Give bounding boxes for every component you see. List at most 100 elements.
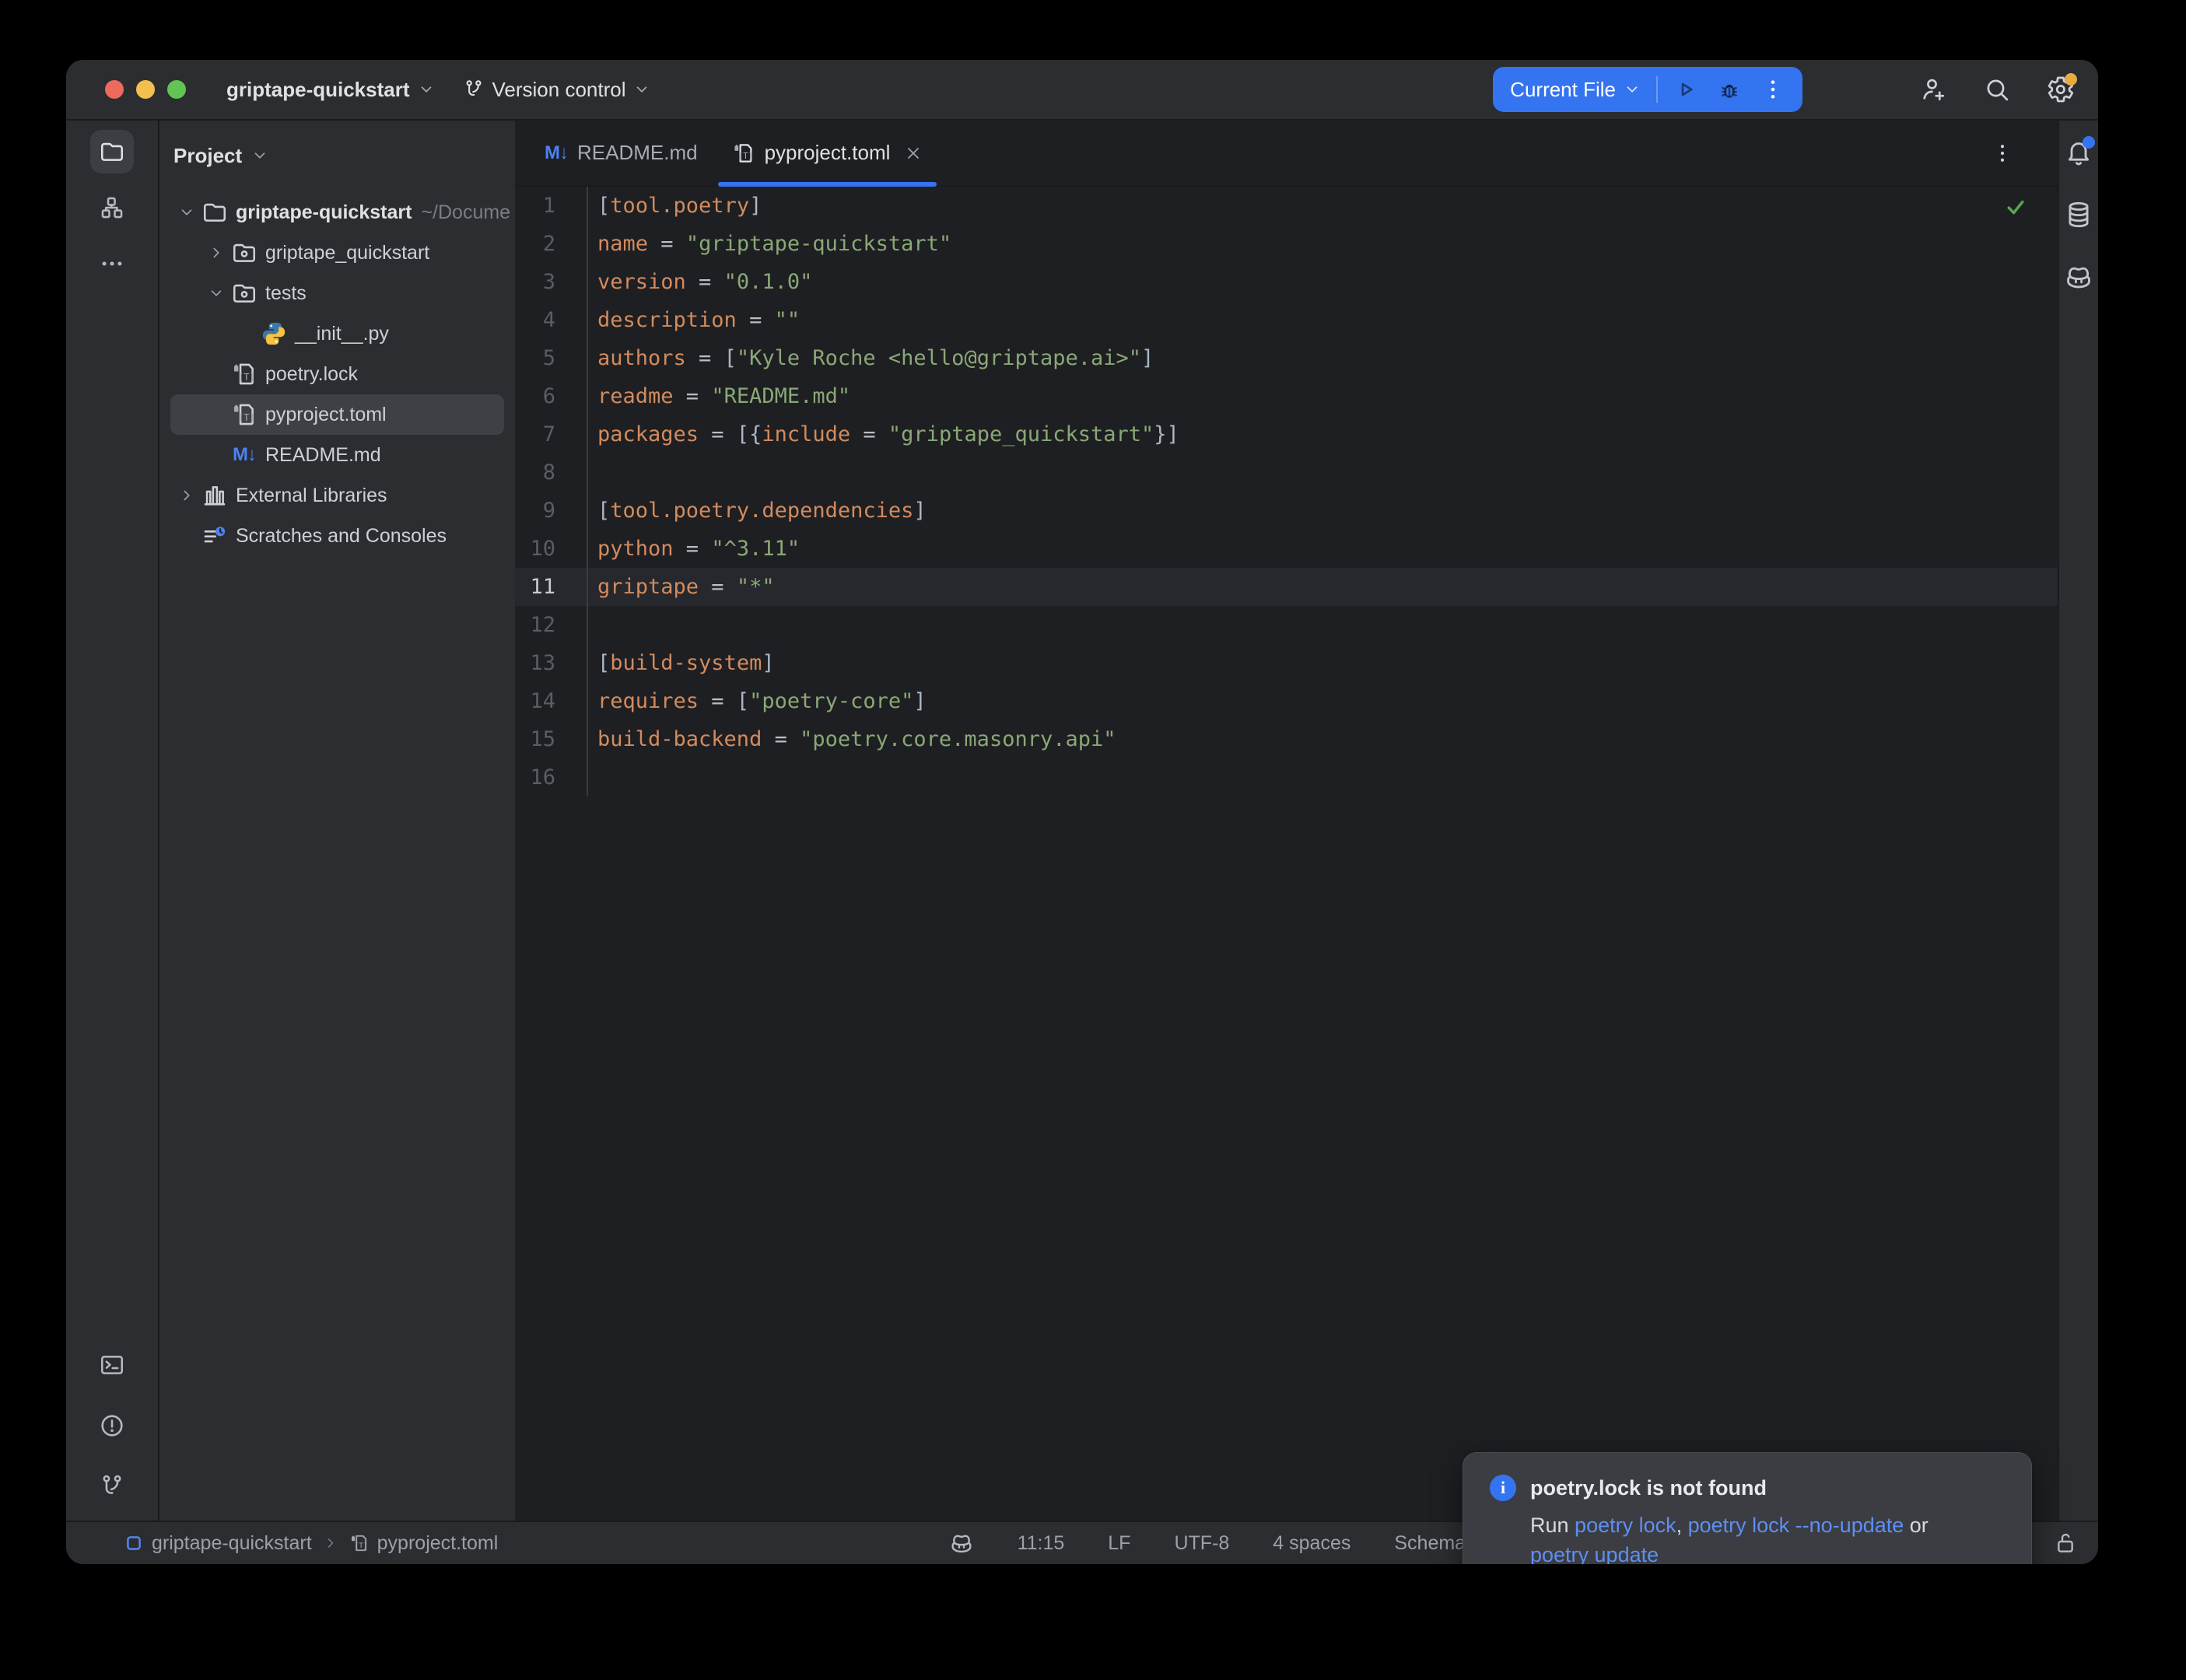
breadcrumb-griptape-quickstart[interactable]: griptape-quickstart <box>124 1532 312 1555</box>
project-tool-button[interactable] <box>90 130 134 173</box>
code-line-15[interactable]: 15build-backend = "poetry.core.masonry.a… <box>515 720 2058 758</box>
tree-item-init-py[interactable]: __init__.py <box>170 313 504 354</box>
info-icon: i <box>1490 1475 1516 1501</box>
code-line-4[interactable]: 4description = "" <box>515 301 2058 339</box>
code-line-10[interactable]: 10python = "^3.11" <box>515 530 2058 568</box>
more-tool-windows-button[interactable] <box>90 242 134 285</box>
run-icon[interactable] <box>1673 77 1698 102</box>
terminal-tool-button[interactable] <box>90 1343 134 1387</box>
code-line-13[interactable]: 13[build-system] <box>515 644 2058 682</box>
breadcrumb-pyproject.toml[interactable]: [T]pyproject.toml <box>349 1532 499 1555</box>
tree-item-external-libraries[interactable]: External Libraries <box>170 475 504 516</box>
line-number: 11 <box>515 568 588 606</box>
code-line-11[interactable]: 11griptape = "*" <box>515 568 2058 606</box>
line-number: 8 <box>515 453 588 492</box>
tab-readme[interactable]: M↓README.md <box>527 121 715 185</box>
tree-item-readme-md[interactable]: M↓README.md <box>170 435 504 475</box>
problems-tool-button[interactable] <box>90 1404 134 1447</box>
notification-popup: i poetry.lock is not found Run poetry lo… <box>1463 1452 2032 1564</box>
minimize-window-button[interactable] <box>136 80 155 99</box>
code-line-8[interactable]: 8 <box>515 453 2058 492</box>
chevron-spacer <box>231 319 261 348</box>
code-line-7[interactable]: 7packages = [{include = "griptape_quicks… <box>515 415 2058 453</box>
project-panel-header[interactable]: Project <box>159 121 515 191</box>
notification-text: Run <box>1530 1514 1575 1537</box>
left-tool-strip <box>66 121 159 1521</box>
editor-area: M↓README.md[T]pyproject.toml 1[tool.poet… <box>515 121 2058 1521</box>
structure-icon <box>99 194 125 221</box>
more-actions-icon[interactable] <box>1760 77 1785 102</box>
tree-item-poetry-lock[interactable]: [T]poetry.lock <box>170 354 504 394</box>
debug-icon[interactable] <box>1717 77 1742 102</box>
code-text: requires = ["poetry-core"] <box>588 682 927 720</box>
markdown-icon: M↓ <box>231 442 257 468</box>
svg-text:[T]: [T] <box>238 372 255 383</box>
status-item[interactable]: LF <box>1108 1532 1130 1555</box>
code-line-3[interactable]: 3version = "0.1.0" <box>515 263 2058 301</box>
git-tool-button[interactable] <box>90 1465 134 1508</box>
line-number: 5 <box>515 339 588 377</box>
tree-item-label: External Libraries <box>236 485 387 507</box>
chevron-down-icon <box>1624 81 1641 98</box>
add-user-icon[interactable] <box>1919 75 1947 103</box>
structure-tool-button[interactable] <box>90 186 134 229</box>
notification-link[interactable]: poetry lock <box>1575 1514 1676 1537</box>
project-panel: Project griptape-quickstart~/Docume gript… <box>159 121 515 1521</box>
chevron-right-icon[interactable] <box>172 481 201 510</box>
code-line-6[interactable]: 6readme = "README.md" <box>515 377 2058 415</box>
tree-item-scratches-consoles[interactable]: Scratches and Consoles <box>170 516 504 556</box>
code-line-12[interactable]: 12 <box>515 606 2058 644</box>
tab-options-icon[interactable] <box>1991 142 2014 165</box>
notification-text: , <box>1676 1514 1688 1537</box>
line-number: 4 <box>515 301 588 339</box>
zoom-window-button[interactable] <box>167 80 186 99</box>
vcs-widget[interactable]: Version control <box>463 78 651 102</box>
line-number: 16 <box>515 758 588 796</box>
notifications-badge <box>2083 136 2095 149</box>
tree-item-pyproject-toml[interactable]: [T]pyproject.toml <box>170 394 504 435</box>
chevron-down-icon[interactable] <box>172 198 201 227</box>
close-tab-icon[interactable] <box>904 144 923 163</box>
header-icons <box>1919 75 2098 103</box>
project-panel-title: Project <box>173 144 242 168</box>
code-text: authors = ["Kyle Roche <hello@griptape.a… <box>588 339 1154 377</box>
tree-item-label: griptape_quickstart <box>265 242 429 264</box>
code-line-1[interactable]: 1[tool.poetry] <box>515 187 2058 225</box>
status-item[interactable]: 4 spaces <box>1273 1532 1350 1555</box>
folder-package-icon <box>231 240 257 266</box>
copilot-status-icon[interactable] <box>949 1531 974 1556</box>
project-switcher[interactable]: griptape-quickstart <box>226 78 435 102</box>
tree-item-griptape-quickstart-pkg[interactable]: griptape_quickstart <box>170 233 504 273</box>
code-text <box>588 453 597 492</box>
code-line-14[interactable]: 14requires = ["poetry-core"] <box>515 682 2058 720</box>
database-icon[interactable] <box>2064 200 2093 229</box>
chevron-spacer <box>201 440 231 470</box>
code-line-2[interactable]: 2name = "griptape-quickstart" <box>515 225 2058 263</box>
right-tool-strip <box>2058 121 2098 1521</box>
module-icon <box>124 1533 144 1553</box>
code-line-16[interactable]: 16 <box>515 758 2058 796</box>
ai-assistant-icon[interactable] <box>2064 262 2093 292</box>
search-icon[interactable] <box>1983 75 2011 103</box>
code-editor[interactable]: 1[tool.poetry]2name = "griptape-quicksta… <box>515 187 2058 1521</box>
notification-link[interactable]: poetry lock --no-update <box>1688 1514 1904 1537</box>
run-configuration-selector[interactable]: Current File <box>1510 78 1641 102</box>
chevron-down-icon[interactable] <box>201 278 231 308</box>
status-item[interactable]: UTF-8 <box>1174 1532 1229 1555</box>
chevron-spacer <box>172 521 201 551</box>
status-item[interactable]: 11:15 <box>1018 1532 1065 1555</box>
unlock-status-icon[interactable] <box>2053 1531 2078 1556</box>
chevron-right-icon[interactable] <box>201 238 231 268</box>
code-line-5[interactable]: 5authors = ["Kyle Roche <hello@griptape.… <box>515 339 2058 377</box>
notification-link[interactable]: poetry update <box>1530 1543 1659 1564</box>
inspections-ok-icon[interactable] <box>2005 196 2027 218</box>
settings-gear-icon[interactable] <box>2047 75 2075 103</box>
close-window-button[interactable] <box>105 80 124 99</box>
chevron-down-icon <box>418 81 435 98</box>
tab-pyproject[interactable]: [T]pyproject.toml <box>715 121 941 185</box>
code-line-9[interactable]: 9[tool.poetry.dependencies] <box>515 492 2058 530</box>
tree-item-root[interactable]: griptape-quickstart~/Docume <box>170 192 504 233</box>
line-number: 3 <box>515 263 588 301</box>
notifications-bell-icon[interactable] <box>2064 138 2093 167</box>
tree-item-tests[interactable]: tests <box>170 273 504 313</box>
